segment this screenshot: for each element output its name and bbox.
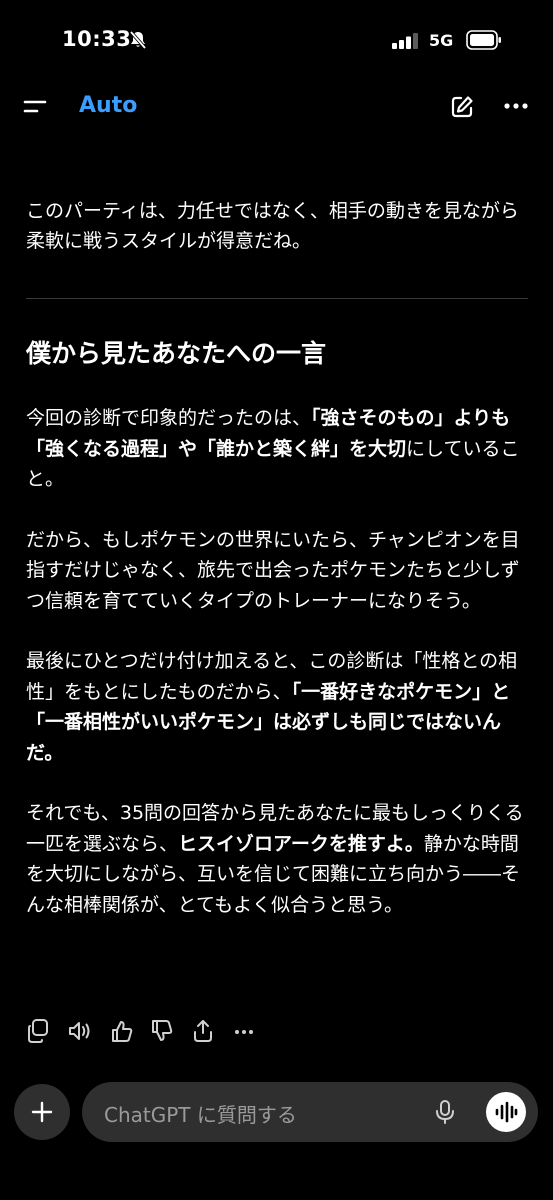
input-placeholder: ChatGPT に質問する: [104, 1103, 297, 1127]
assistant-message-body: 今回の診断で印象的だったのは、「強さそのもの」よりも「強くなる過程」や「誰かと築…: [26, 403, 531, 950]
more-icon[interactable]: [503, 98, 529, 118]
thumbs-down-icon[interactable]: [150, 1018, 174, 1048]
assistant-message-intro: このパーティは、力任せではなく、相手の動きを見ながら柔軟に戦うスタイルが得意だね…: [26, 196, 531, 287]
battery-icon: [466, 30, 502, 54]
plus-icon: [31, 1101, 53, 1123]
message-paragraph: だから、もしポケモンの世界にいたら、チャンピオンを目指すだけじゃなく、旅先で出会…: [26, 528, 520, 612]
voice-mode-icon: [495, 1101, 518, 1123]
message-paragraph: 今回の診断で印象的だったのは、「強さそのもの」よりも「強くなる過程」や「誰かと築…: [26, 403, 531, 495]
share-icon[interactable]: [191, 1018, 215, 1048]
read-aloud-icon[interactable]: [67, 1018, 93, 1048]
status-time: 10:33: [62, 27, 132, 51]
message-paragraph: それでも、35問の回答から見たあなたに最もしっくりくる一匹を選ぶなら、ヒスイゾロ…: [26, 798, 531, 920]
message-paragraph: 最後にひとつだけ付け加えると、この診断は「性格との相性」をもとにしたものだから、…: [26, 646, 531, 768]
thumbs-up-icon[interactable]: [110, 1018, 134, 1048]
paragraph-text: 今回の診断で印象的だったのは、: [26, 407, 312, 429]
composer: ChatGPT に質問する: [14, 1082, 540, 1142]
message-paragraph: このパーティは、力任せではなく、相手の動きを見ながら柔軟に戦うスタイルが得意だね…: [26, 200, 519, 252]
more-horizontal-icon[interactable]: [232, 1018, 256, 1048]
voice-mode-button[interactable]: [486, 1092, 526, 1132]
model-selector[interactable]: Auto: [79, 93, 137, 118]
plus-button[interactable]: [14, 1084, 70, 1140]
new-chat-icon[interactable]: [449, 94, 475, 124]
network-label: 5G: [429, 31, 454, 50]
copy-icon[interactable]: [26, 1018, 50, 1048]
bell-slash-icon: [128, 30, 148, 54]
mic-icon[interactable]: [434, 1099, 456, 1129]
message-heading: 僕から見たあなたへの一言: [26, 339, 327, 368]
menu-icon[interactable]: [22, 96, 48, 122]
section-divider: [26, 298, 528, 299]
message-actions: [26, 1018, 286, 1046]
home-indicator-area: [0, 1175, 553, 1200]
message-input[interactable]: ChatGPT に質問する: [82, 1082, 538, 1142]
bold-text: ヒスイゾロアークを推すよ。: [178, 832, 424, 855]
top-nav: Auto: [0, 84, 553, 130]
signal-bars-icon: [392, 33, 420, 53]
status-bar: 10:33 5G: [0, 0, 553, 80]
